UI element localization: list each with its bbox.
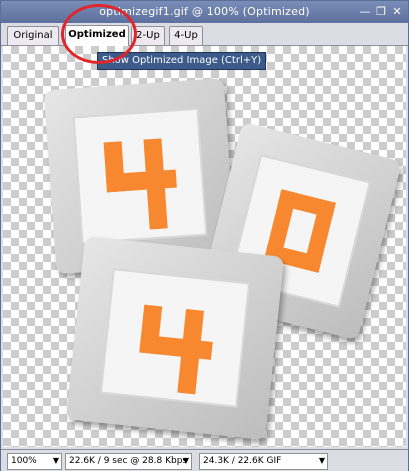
frame-bottom — [66, 237, 284, 439]
download-speed-select[interactable]: 22.6K / 9 sec @ 28.8 Kbps ▼ — [65, 453, 192, 470]
close-button[interactable]: ✕ — [390, 6, 404, 18]
chevron-down-icon: ▼ — [318, 456, 325, 465]
zoom-value: 100% — [11, 456, 37, 466]
title-bar[interactable]: optimizegif1.gif @ 100% (Optimized) — ❐ … — [1, 1, 408, 23]
window-title: optimizegif1.gif @ 100% (Optimized) — [99, 5, 310, 18]
chevron-down-icon: ▼ — [182, 456, 189, 465]
frame-paper — [99, 268, 251, 408]
zoom-select[interactable]: 100% ▼ — [7, 453, 62, 470]
minimize-button[interactable]: — — [358, 6, 372, 18]
document-window: optimizegif1.gif @ 100% (Optimized) — ❐ … — [0, 0, 409, 471]
image-canvas[interactable] — [3, 46, 406, 447]
highlight-circle — [61, 4, 137, 64]
artwork-404 — [44, 78, 400, 439]
restore-button[interactable]: ❐ — [374, 6, 388, 18]
file-size-value: 24.3K / 22.6K GIF — [203, 456, 282, 466]
file-size-select[interactable]: 24.3K / 22.6K GIF ▼ — [199, 453, 328, 470]
tab-4-up[interactable]: 4-Up — [169, 26, 203, 45]
download-speed-value: 22.6K / 9 sec @ 28.8 Kbps — [69, 456, 188, 466]
chevron-down-icon: ▼ — [52, 456, 59, 465]
tab-original[interactable]: Original — [7, 26, 59, 45]
status-bar: 100% ▼ 22.6K / 9 sec @ 28.8 Kbps ▼ 24.3K… — [1, 449, 408, 471]
